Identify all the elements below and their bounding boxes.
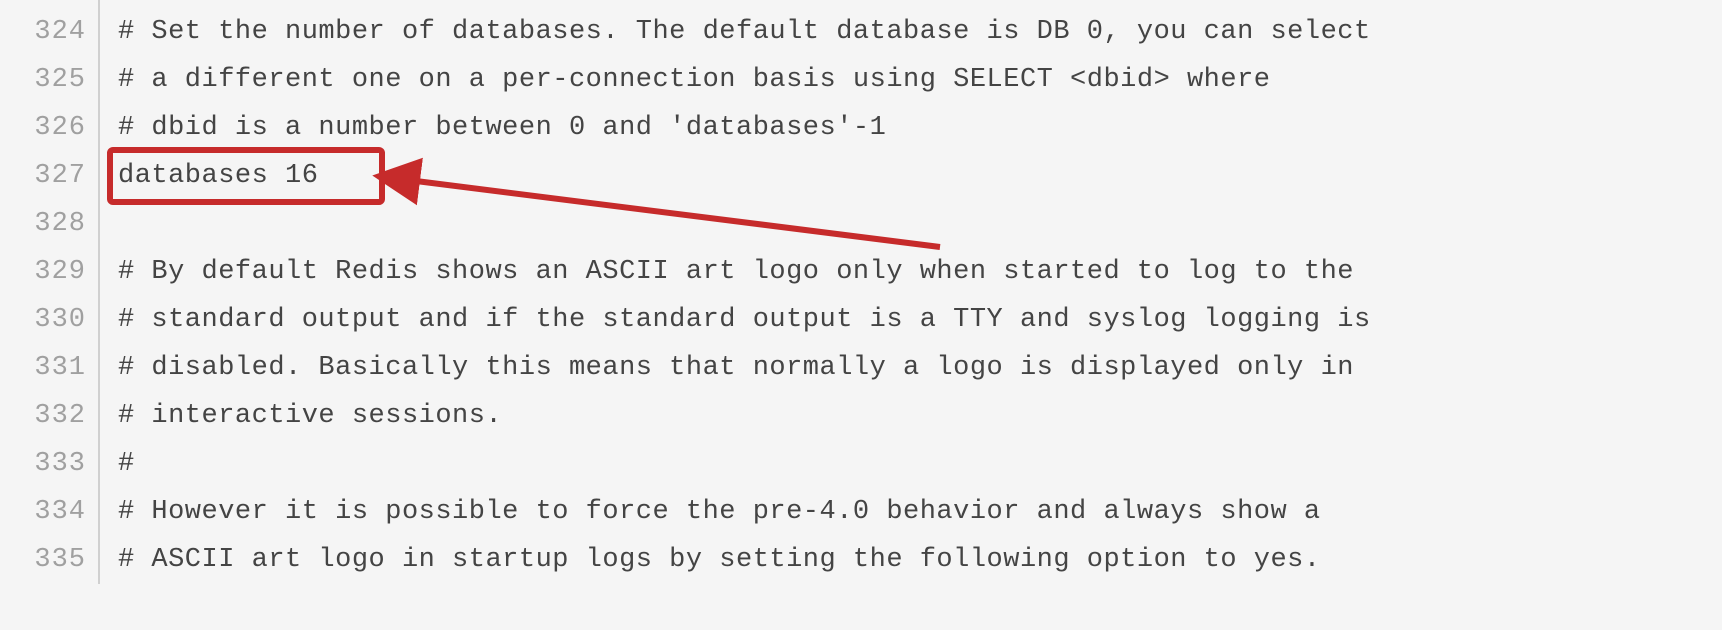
line-number: 329 (0, 248, 100, 296)
line-number: 333 (0, 440, 100, 488)
line-content: # dbid is a number between 0 and 'databa… (100, 104, 886, 152)
code-editor: 324 # Set the number of databases. The d… (0, 0, 1722, 584)
line-content: # (100, 440, 135, 488)
line-content (100, 0, 118, 8)
line-content: # a different one on a per-connection ba… (100, 56, 1270, 104)
line-number: 330 (0, 296, 100, 344)
code-line: 333 # (0, 440, 1722, 488)
line-number: 334 (0, 488, 100, 536)
line-content: # By default Redis shows an ASCII art lo… (100, 248, 1354, 296)
line-number: 326 (0, 104, 100, 152)
line-content: databases 16 (100, 152, 318, 200)
code-line: 328 (0, 200, 1722, 248)
line-number: 325 (0, 56, 100, 104)
code-line-partial (0, 0, 1722, 8)
line-number: 324 (0, 8, 100, 56)
code-line: 331 # disabled. Basically this means tha… (0, 344, 1722, 392)
code-line: 326 # dbid is a number between 0 and 'da… (0, 104, 1722, 152)
line-content: # standard output and if the standard ou… (100, 296, 1371, 344)
line-number: 328 (0, 200, 100, 248)
code-line: 327 databases 16 (0, 152, 1722, 200)
code-line: 329 # By default Redis shows an ASCII ar… (0, 248, 1722, 296)
code-line: 324 # Set the number of databases. The d… (0, 8, 1722, 56)
code-line: 332 # interactive sessions. (0, 392, 1722, 440)
code-line: 325 # a different one on a per-connectio… (0, 56, 1722, 104)
code-line: 335 # ASCII art logo in startup logs by … (0, 536, 1722, 584)
code-line: 334 # However it is possible to force th… (0, 488, 1722, 536)
line-number: 332 (0, 392, 100, 440)
line-number: 331 (0, 344, 100, 392)
line-content: # disabled. Basically this means that no… (100, 344, 1354, 392)
line-content: # However it is possible to force the pr… (100, 488, 1321, 536)
line-content: # ASCII art logo in startup logs by sett… (100, 536, 1321, 584)
line-number: 327 (0, 152, 100, 200)
line-number (0, 0, 100, 8)
line-content: # interactive sessions. (100, 392, 502, 440)
line-number: 335 (0, 536, 100, 584)
code-line: 330 # standard output and if the standar… (0, 296, 1722, 344)
line-content (100, 200, 118, 248)
line-content: # Set the number of databases. The defau… (100, 8, 1371, 56)
